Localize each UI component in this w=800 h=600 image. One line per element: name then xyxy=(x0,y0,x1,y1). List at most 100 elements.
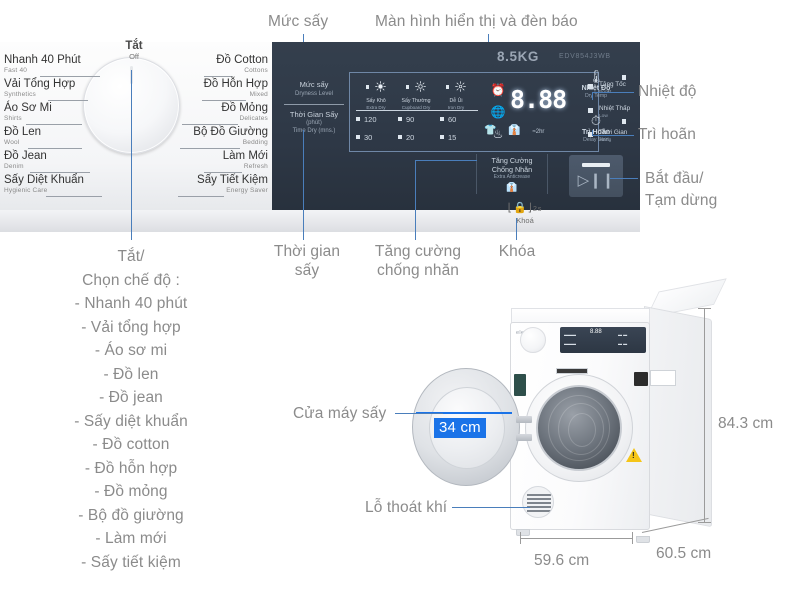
height-dimension-line xyxy=(704,308,705,522)
vent-slat xyxy=(527,506,551,508)
callout-dryness-level: Mức sấy xyxy=(268,13,329,30)
callout-start-pause: Bắt đầu/ Tạm dừng xyxy=(645,170,718,209)
program-label-vn: Sấy Diệt Khuẩn xyxy=(4,174,84,186)
program-energy-saver: Sấy Tiết Kiệm Energy Saver xyxy=(178,174,268,197)
knob-off-en: Off xyxy=(129,52,139,61)
model-number-label: EDV854J3WB xyxy=(559,53,611,60)
time-option-60[interactable]: 60 xyxy=(440,115,482,124)
program-label-vn: Đồ Hỗn Hợp xyxy=(203,78,268,90)
indicator-led xyxy=(356,117,360,121)
leader-line-delay xyxy=(592,135,634,136)
callout-delay: Trì hoãn xyxy=(638,126,696,143)
time-option-15[interactable]: 15 xyxy=(440,133,482,142)
program-delicates: Đồ Mỏng Delicates xyxy=(182,102,268,125)
program-wool: Đồ Len Wool xyxy=(4,126,82,149)
product-panel-display: 8.88 xyxy=(590,329,602,335)
timer-clock-icon: ⏰ xyxy=(490,83,506,97)
program-cottons: Đồ Cotton Cottons xyxy=(204,54,268,77)
dryness-legend-vn: Mức sấy xyxy=(299,80,329,89)
time-legend-en: Time Dry (mns.) xyxy=(292,128,336,134)
energy-rating-sticker xyxy=(514,374,526,396)
child-lock-button[interactable]: ⌊🔒⌋2s Khoá xyxy=(490,202,560,225)
extra-anticrease-button[interactable]: Tăng Cường Chống Nhăn Extra Anticrease 👔 xyxy=(476,154,548,194)
thermometer-icon: 🌡 xyxy=(587,69,605,84)
anticrease-label-line2: Chống Nhăn xyxy=(491,165,533,174)
time-row-top: 120 90 60 xyxy=(356,115,482,124)
height-dimension-tick-top xyxy=(698,308,711,309)
delay-start-label-en: Delay Start xyxy=(583,137,609,143)
knob-off-label: Tắt Off xyxy=(104,40,164,61)
callout-mode-selector-list: Tắt/ Chọn chế độ : - Nhanh 40 phút - Vải… xyxy=(74,248,188,571)
time-option-label: 120 xyxy=(364,115,377,124)
program-label-vn: Bộ Đồ Giường xyxy=(193,126,268,138)
program-synthetics: Vải Tổng Hợp Synthetics xyxy=(4,78,88,101)
shirt-icon: 👕 xyxy=(484,125,497,136)
dryness-option-extra-dry[interactable]: Sấy Khô Extra Dry xyxy=(356,78,396,111)
display-area: 8.5KG EDV854J3WB Mức sấy Dryness Level T… xyxy=(272,42,640,210)
indicator-led xyxy=(405,85,410,89)
program-label-en: Wool xyxy=(4,139,20,146)
program-label-vn: Đồ Len xyxy=(4,126,42,138)
door-seal-label xyxy=(556,368,588,374)
vent-slat xyxy=(527,510,551,512)
leader-line-delay-v xyxy=(592,130,593,136)
width-dimension-tick-left xyxy=(520,532,521,544)
program-label-en: Cottons xyxy=(244,67,268,74)
time-option-120[interactable]: 120 xyxy=(356,115,398,124)
display-screen-box: Sấy Khô Extra Dry Sấy Thường Cupboard Dr… xyxy=(349,72,630,152)
leader-line-anticrease xyxy=(415,160,416,240)
time-option-90[interactable]: 90 xyxy=(398,115,440,124)
leader-line-lock xyxy=(516,218,517,240)
width-dimension-tick-right xyxy=(632,532,633,544)
dryness-legend-en: Dryness Level xyxy=(294,90,333,97)
product-panel-text-row3: ▬ ▬ xyxy=(618,341,628,346)
indicator-led xyxy=(440,117,444,121)
program-label-vn: Áo Sơ Mi xyxy=(4,102,52,114)
start-pause-button[interactable]: ▷❙❙ xyxy=(569,155,623,197)
cabinet-foot-right xyxy=(636,536,650,543)
program-label-en: Hygienic Care xyxy=(4,187,48,194)
leader-line-mode-selector xyxy=(131,70,132,240)
time-legend-unit: (phút) xyxy=(306,120,322,126)
callout-air-vent: Lỗ thoát khí xyxy=(365,499,448,516)
dry-temp-button[interactable]: 🌡 Nhiệt Độ Dry Temp xyxy=(564,70,628,100)
program-label-en: Energy Saver xyxy=(226,187,268,194)
anticrease-label-en: Extra Anticrease xyxy=(493,174,531,180)
lock-label: Khoá xyxy=(516,216,534,225)
callout-anticrease: Tăng cường chống nhăn xyxy=(374,243,462,279)
time-option-label: 90 xyxy=(406,115,415,124)
product-panel-text-row2: ▬▬▬ xyxy=(564,341,576,346)
indicator-led xyxy=(398,135,402,139)
depth-dimension-label: 60.5 cm xyxy=(656,545,712,562)
dryness-option-cupboard-dry[interactable]: Sấy Thường Cupboard Dry xyxy=(396,78,436,111)
time-option-30[interactable]: 30 xyxy=(356,133,398,142)
program-label-en: Fast 40 xyxy=(4,67,28,74)
time-option-20[interactable]: 20 xyxy=(398,133,440,142)
indicator-led xyxy=(621,119,626,124)
indicator-led xyxy=(398,117,402,121)
leader-line-air-vent xyxy=(452,507,530,508)
legend-divider xyxy=(284,103,344,105)
callout-display-indicators: Màn hình hiển thị và đèn báo xyxy=(375,13,578,30)
air-vent-grille xyxy=(522,486,554,518)
door-hinge-bottom xyxy=(516,434,532,441)
leader-line-anticrease-h xyxy=(415,160,477,161)
capacity-label: 8.5KG xyxy=(497,49,540,64)
delay-start-button[interactable]: ⏱ Trì Hoãn Delay Start xyxy=(564,114,628,144)
product-panel-text-left: ▬▬▬ xyxy=(564,332,576,337)
indicator-led xyxy=(365,85,370,89)
program-mixed: Đồ Hỗn Hợp Mixed xyxy=(202,78,268,101)
program-label-vn: Đồ Cotton xyxy=(216,54,268,66)
vent-slat xyxy=(527,502,551,504)
clock-icon: ⏱ xyxy=(590,113,602,128)
time-legend-vn: Thời Gian Sấy xyxy=(289,109,339,119)
lock-icon: ⌊🔒⌋2s xyxy=(507,202,543,214)
program-label-vn: Đồ Jean xyxy=(4,150,47,162)
height-dimension-label: 84.3 cm xyxy=(718,415,774,432)
callout-temperature: Nhiệt độ xyxy=(638,83,697,100)
leader-line-temperature xyxy=(592,92,634,93)
indicator-led xyxy=(621,75,626,80)
drying-time-grid: 120 90 60 30 20 15 xyxy=(356,115,482,151)
dryness-option-iron-dry[interactable]: Dễ Ủi Iron Dry xyxy=(436,78,476,111)
program-label-en: Denim xyxy=(4,163,24,170)
